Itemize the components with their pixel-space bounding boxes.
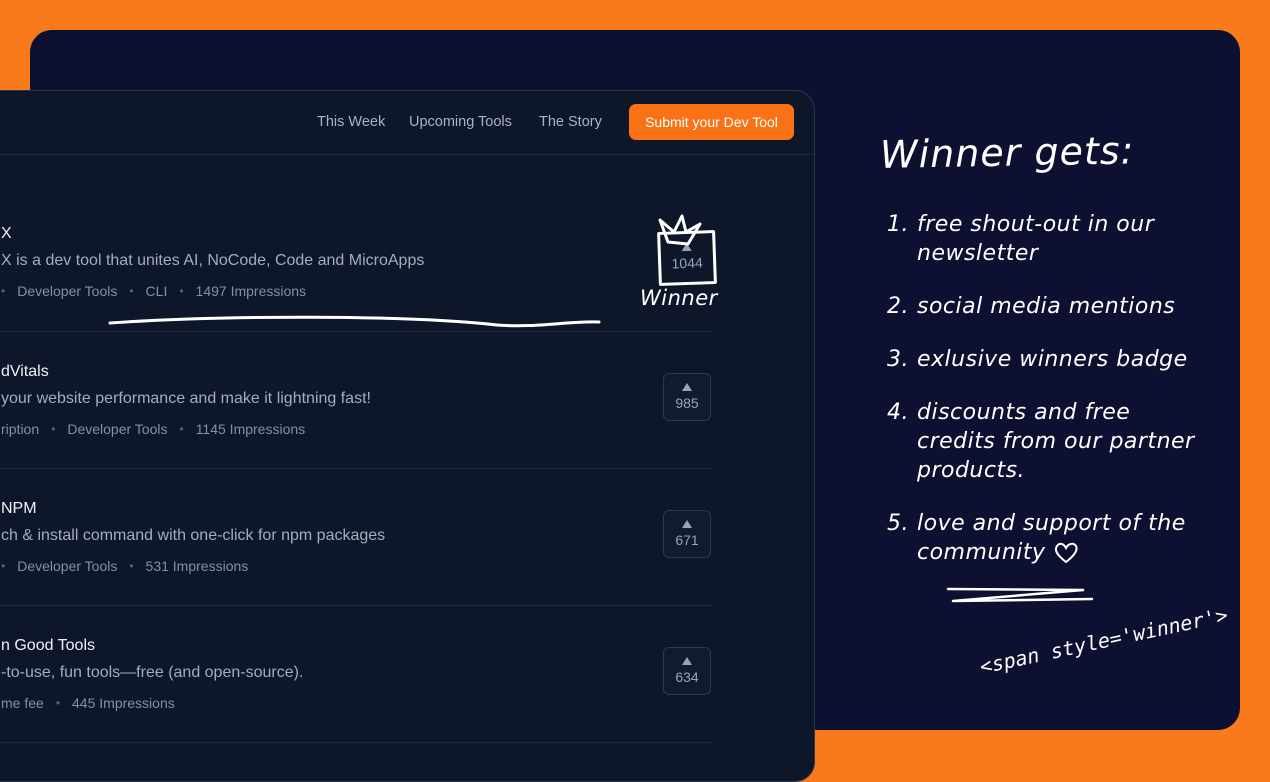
- app-window: This Week Upcoming Tools The Story Submi…: [0, 90, 815, 782]
- upvote-arrow-icon: [682, 383, 692, 391]
- perk-number: 2.: [887, 294, 909, 319]
- upvote-button[interactable]: 985: [663, 373, 711, 421]
- winner-label: Winner: [640, 286, 718, 310]
- product-tag: Developer Tools: [17, 283, 118, 299]
- perk-text: social media mentions: [917, 294, 1176, 319]
- product-tag: Developer Tools: [17, 558, 118, 574]
- impressions: 1497 Impressions: [195, 283, 307, 299]
- product-description: your website performance and make it lig…: [1, 390, 371, 407]
- underline-scribble: [108, 315, 601, 328]
- perk-number: 5.: [887, 511, 909, 536]
- perk-number: 3.: [887, 347, 909, 372]
- perk-text: discounts and free credits from our part…: [917, 400, 1195, 483]
- impressions: 1145 Impressions: [195, 421, 306, 437]
- submit-dev-tool-button[interactable]: Submit your Dev Tool: [629, 104, 794, 140]
- product-row[interactable]: X X is a dev tool that unites AI, NoCode…: [0, 194, 713, 332]
- nav-link-the-story[interactable]: The Story: [539, 114, 602, 130]
- perk-text: love and support of the community: [917, 511, 1186, 565]
- product-tag: me fee: [1, 695, 44, 711]
- perk-text-wrap: love and support of the community: [917, 509, 1207, 567]
- product-tag: Developer Tools: [67, 421, 168, 437]
- top-nav: This Week Upcoming Tools The Story Submi…: [0, 91, 814, 155]
- double-underline-scribble: [946, 587, 1094, 603]
- perk-number: 1.: [887, 212, 909, 237]
- perk-number: 4.: [887, 400, 909, 425]
- impressions: 445 Impressions: [72, 695, 175, 711]
- perks-title: Winner gets:: [879, 128, 1135, 177]
- product-description: -to-use, fun tools—free (and open-source…: [1, 664, 304, 681]
- product-meta: me fee • 445 Impressions: [1, 695, 175, 711]
- product-meta: ription • Developer Tools • 1145 Impress…: [1, 421, 306, 437]
- perk-item: 2. social media mentions: [887, 292, 1217, 321]
- product-title[interactable]: NPM: [1, 500, 37, 518]
- impressions: 531 Impressions: [145, 558, 249, 574]
- vote-count: 671: [675, 532, 699, 548]
- product-meta: • Developer Tools • 531 Impressions: [1, 558, 249, 574]
- product-meta: • Developer Tools • CLI • 1497 Impressio…: [1, 283, 307, 299]
- product-title[interactable]: X: [1, 225, 12, 243]
- perk-item: 3. exlusive winners badge: [887, 345, 1217, 374]
- upvote-arrow-icon: [682, 520, 692, 528]
- upvote-button[interactable]: 634: [663, 647, 711, 695]
- perk-item: 4. discounts and free credits from our p…: [887, 398, 1217, 485]
- product-tag: CLI: [145, 283, 168, 299]
- perk-text: exlusive winners badge: [917, 347, 1188, 372]
- perk-text: free shout-out in our newsletter: [917, 212, 1155, 266]
- product-description: ch & install command with one-click for …: [1, 527, 386, 544]
- product-description: X is a dev tool that unites AI, NoCode, …: [1, 252, 425, 269]
- heart-icon: [1054, 542, 1078, 564]
- product-row[interactable]: dVitals your website performance and mak…: [0, 331, 713, 469]
- perk-item: 5. love and support of the community: [887, 509, 1217, 567]
- nav-link-this-week[interactable]: This Week: [317, 114, 385, 130]
- vote-count: 634: [675, 669, 699, 685]
- upvote-button[interactable]: 671: [663, 510, 711, 558]
- perks-list: 1. free shout-out in our newsletter 2. s…: [887, 210, 1217, 591]
- product-row[interactable]: NPM ch & install command with one-click …: [0, 468, 713, 606]
- product-title[interactable]: dVitals: [1, 363, 49, 381]
- vote-count: 985: [675, 395, 699, 411]
- crown-icon: [658, 214, 702, 246]
- nav-link-upcoming-tools[interactable]: Upcoming Tools: [409, 114, 512, 130]
- product-row[interactable]: n Good Tools -to-use, fun tools—free (an…: [0, 605, 713, 743]
- perk-item: 1. free shout-out in our newsletter: [887, 210, 1217, 268]
- product-tag: ription: [1, 421, 40, 437]
- upvote-arrow-icon: [682, 657, 692, 665]
- product-title[interactable]: n Good Tools: [1, 637, 95, 655]
- vote-count: 1044: [671, 254, 704, 272]
